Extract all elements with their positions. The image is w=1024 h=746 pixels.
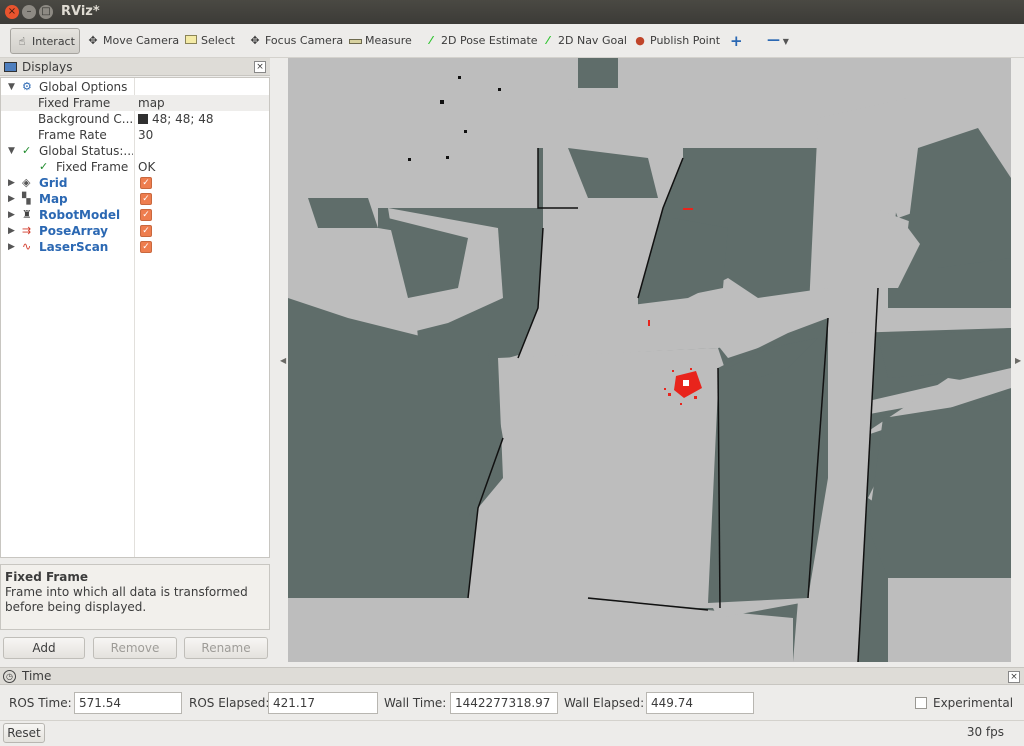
help-title: Fixed Frame bbox=[5, 570, 89, 584]
window-title: RViz* bbox=[61, 4, 100, 19]
reset-button[interactable]: Reset bbox=[3, 723, 45, 743]
focus-crosshair-icon: ✥ bbox=[250, 34, 260, 47]
displays-panel-header: Displays × bbox=[0, 58, 270, 76]
status-bar bbox=[0, 720, 1024, 746]
expand-right-arrow-icon[interactable]: ▶ bbox=[8, 223, 15, 239]
maximize-window-icon[interactable]: □ bbox=[39, 5, 53, 19]
tree-row-frame-rate[interactable]: Frame Rate 30 bbox=[1, 127, 269, 143]
time-panel-title: Time bbox=[22, 669, 52, 683]
fps-readout: 30 fps bbox=[966, 725, 1004, 739]
gear-icon: ⚙ bbox=[22, 80, 32, 93]
ros-time-field[interactable]: 571.54 bbox=[74, 692, 182, 714]
interact-tool-button[interactable]: ☝ Interact bbox=[10, 28, 80, 54]
laser-scan-enabled-checkbox[interactable]: ✓ bbox=[140, 241, 152, 253]
hand-pointer-icon: ☝ bbox=[18, 35, 26, 48]
close-panel-icon[interactable]: × bbox=[254, 61, 266, 73]
help-text: Frame into which all data is transformed… bbox=[5, 585, 248, 614]
expand-right-arrow-icon[interactable]: ▶ bbox=[8, 239, 15, 255]
render-view[interactable] bbox=[288, 58, 1011, 662]
wall-time-label: Wall Time: bbox=[384, 696, 447, 710]
ruler-icon bbox=[348, 28, 362, 54]
wall-time-field[interactable]: 1442277318.97 bbox=[450, 692, 558, 714]
minimize-window-icon[interactable]: – bbox=[22, 5, 36, 19]
pose-arrows-icon: ⇉ bbox=[22, 224, 32, 237]
expand-down-arrow-icon[interactable]: ▼ bbox=[8, 143, 15, 159]
experimental-label: Experimental bbox=[933, 696, 1014, 710]
add-tool-plus-icon[interactable]: + bbox=[726, 28, 747, 54]
tree-row-pose-array[interactable]: ▶ ⇉ PoseArray ✓ bbox=[1, 223, 269, 239]
map-pin-icon: ● bbox=[635, 34, 645, 47]
laser-wave-icon: ∿ bbox=[22, 240, 32, 253]
occupancy-map bbox=[288, 58, 1011, 662]
expand-down-arrow-icon[interactable]: ▼ bbox=[8, 79, 15, 95]
expand-right-arrow-icon[interactable]: ▶ bbox=[8, 175, 15, 191]
tree-row-global-status[interactable]: ▼ ✓ Global Status:... bbox=[1, 143, 269, 159]
clock-icon: ◷ bbox=[3, 670, 16, 683]
collapse-right-arrow-icon[interactable]: ▶ bbox=[1015, 356, 1021, 365]
map-enabled-checkbox[interactable]: ✓ bbox=[140, 193, 152, 205]
ros-elapsed-label: ROS Elapsed: bbox=[189, 696, 270, 710]
tree-row-grid[interactable]: ▶ ◈ Grid ✓ bbox=[1, 175, 269, 191]
publish-point-tool-button[interactable]: ● Publish Point bbox=[629, 28, 724, 54]
close-window-icon[interactable]: × bbox=[5, 5, 19, 19]
pose-array-enabled-checkbox[interactable]: ✓ bbox=[140, 225, 152, 237]
tree-row-laser-scan[interactable]: ▶ ∿ LaserScan ✓ bbox=[1, 239, 269, 255]
close-panel-icon[interactable]: × bbox=[1008, 671, 1020, 683]
title-bar: × – □ RViz* bbox=[0, 0, 1024, 24]
checkmark-icon: ✓ bbox=[39, 160, 49, 173]
monitor-icon bbox=[4, 62, 17, 72]
green-arrow-icon: ⁄ bbox=[430, 34, 432, 47]
tree-row-background-color[interactable]: Background C... 48; 48; 48 bbox=[1, 111, 269, 127]
color-swatch bbox=[138, 114, 148, 124]
time-panel-header: ◷ Time × bbox=[0, 667, 1024, 685]
grid-enabled-checkbox[interactable]: ✓ bbox=[140, 177, 152, 189]
tree-row-robot-model[interactable]: ▶ ♜ RobotModel ✓ bbox=[1, 207, 269, 223]
remove-display-button[interactable]: Remove bbox=[93, 637, 177, 659]
wall-elapsed-label: Wall Elapsed: bbox=[564, 696, 645, 710]
tree-row-map[interactable]: ▶ ▚ Map ✓ bbox=[1, 191, 269, 207]
nav-goal-tool-button[interactable]: ⁄ 2D Nav Goal bbox=[537, 28, 631, 54]
wall-elapsed-field[interactable]: 449.74 bbox=[646, 692, 754, 714]
focus-camera-tool-button[interactable]: ✥ Focus Camera bbox=[244, 28, 347, 54]
move-camera-tool-button[interactable]: ✥ Move Camera bbox=[82, 28, 183, 54]
move-arrows-icon: ✥ bbox=[88, 34, 98, 47]
displays-panel-title: Displays bbox=[22, 60, 73, 74]
displays-tree: ▼ ⚙ Global Options Fixed Frame map Backg… bbox=[0, 77, 270, 558]
experimental-checkbox[interactable] bbox=[915, 697, 927, 709]
green-arrow-icon: ⁄ bbox=[547, 34, 549, 47]
property-help-box: Fixed Frame Frame into which all data is… bbox=[0, 564, 270, 630]
expand-right-arrow-icon[interactable]: ▶ bbox=[8, 207, 15, 223]
ros-time-label: ROS Time: bbox=[9, 696, 72, 710]
grid-icon: ◈ bbox=[22, 176, 31, 189]
remove-tool-minus-icon[interactable]: — ▼ bbox=[763, 28, 793, 54]
map-icon: ▚ bbox=[22, 192, 31, 205]
checkmark-icon: ✓ bbox=[22, 144, 32, 157]
select-rectangle-icon bbox=[184, 28, 198, 54]
tree-row-status-fixed-frame[interactable]: ✓ Fixed Frame OK bbox=[1, 159, 269, 175]
expand-right-arrow-icon[interactable]: ▶ bbox=[8, 191, 15, 207]
pose-estimate-tool-button[interactable]: ⁄ 2D Pose Estimate bbox=[420, 28, 542, 54]
robot-model-enabled-checkbox[interactable]: ✓ bbox=[140, 209, 152, 221]
toolbar: ☝ Interact ✥ Move Camera Select ✥ Focus Cam… bbox=[0, 24, 1024, 58]
tree-row-global-options[interactable]: ▼ ⚙ Global Options bbox=[1, 79, 269, 95]
rename-display-button[interactable]: Rename bbox=[184, 637, 268, 659]
tree-row-fixed-frame[interactable]: Fixed Frame map bbox=[1, 95, 269, 111]
measure-tool-button[interactable]: Measure bbox=[344, 28, 416, 54]
add-display-button[interactable]: Add bbox=[3, 637, 85, 659]
collapse-left-arrow-icon[interactable]: ◀ bbox=[280, 356, 286, 365]
chevron-down-icon: ▼ bbox=[780, 37, 789, 46]
select-tool-button[interactable]: Select bbox=[180, 28, 239, 54]
ros-elapsed-field[interactable]: 421.17 bbox=[268, 692, 378, 714]
robot-icon: ♜ bbox=[22, 208, 32, 221]
